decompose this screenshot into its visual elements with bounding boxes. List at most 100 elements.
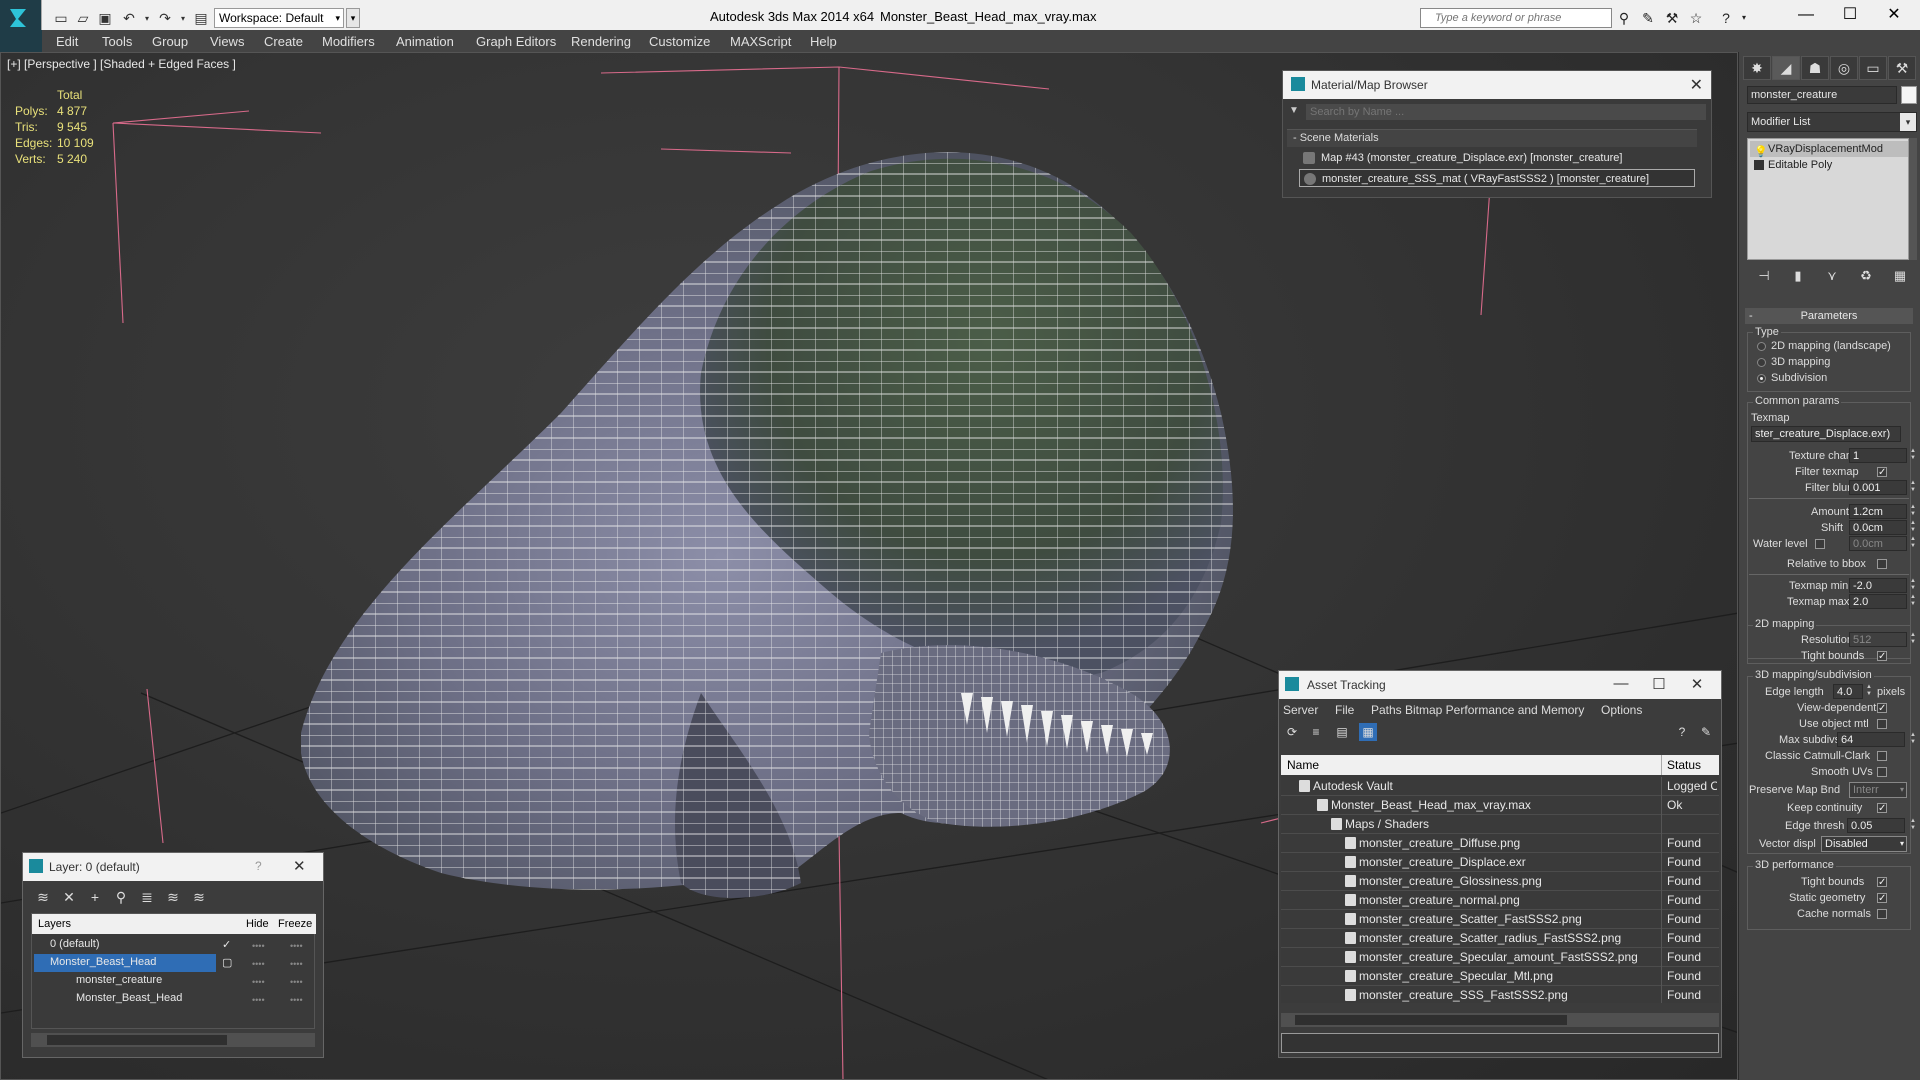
menu-tools[interactable]: Tools [102,34,132,49]
favorites-star-icon[interactable]: ☆ [1688,10,1704,26]
app-menu-button[interactable] [0,30,42,52]
layer-row[interactable]: Monster_Beast_Head ▢ •••• •••• [32,954,316,972]
asset-row[interactable]: monster_creature_SSS_FastSSS2.png Found [1281,986,1719,1003]
highlight-layer-icon[interactable]: ≣ [137,887,157,907]
menu-customize[interactable]: Customize [649,34,710,49]
radio-3d-mapping[interactable] [1757,358,1766,367]
keep-continuity-checkbox[interactable]: ✓ [1877,803,1887,814]
menu-edit[interactable]: Edit [56,34,78,49]
freeze-toggle[interactable]: •••• [290,977,303,987]
filter-texmap-checkbox[interactable]: ✓ [1877,467,1887,478]
refresh-icon[interactable]: ⟳ [1283,723,1301,741]
asset-path-field[interactable] [1281,1033,1719,1053]
use-object-mtl-checkbox[interactable] [1877,719,1887,729]
cache-normals-checkbox[interactable] [1877,909,1887,919]
freeze-toggle[interactable]: •••• [290,941,303,951]
menu-animation[interactable]: Animation [396,34,454,49]
settings-icon[interactable]: ✎ [1697,723,1715,741]
asset-row[interactable]: monster_creature_Displace.exr Found [1281,853,1719,872]
help-button[interactable]: ? [255,859,262,873]
open-file-icon[interactable]: ▱ [74,9,92,27]
classic-catmull-checkbox[interactable] [1877,751,1887,761]
list-view-icon[interactable]: ≡ [1307,723,1325,741]
quick-access-dropdown[interactable]: ▾ [346,8,360,28]
lightbulb-icon[interactable]: 💡 [1754,144,1768,158]
new-file-icon[interactable]: ▭ [52,9,70,27]
asset-row[interactable]: monster_creature_Glossiness.png Found [1281,872,1719,891]
tight-bounds-checkbox[interactable]: ✓ [1877,651,1887,662]
spinner-arrows-icon[interactable]: ▲ ▼ [1865,684,1873,699]
parameters-rollout[interactable]: - Parameters [1745,308,1913,324]
spinner-arrows-icon[interactable]: ▲ ▼ [1909,536,1917,551]
freeze-toggle[interactable]: •••• [290,959,303,969]
layer-row[interactable]: Monster_Beast_Head •••• •••• [32,990,316,1008]
workspace-selector[interactable]: Workspace: Default ▾ [214,8,344,28]
subscription-icon[interactable]: ✎ [1640,10,1656,26]
spinner-arrows-icon[interactable]: ▲ ▼ [1909,732,1917,747]
scene-materials-section[interactable]: - Scene Materials [1287,129,1697,147]
add-to-layer-icon[interactable]: + [85,887,105,907]
redo-dropdown-icon[interactable]: ▾ [174,9,192,27]
modify-tab-icon[interactable]: ◢ [1772,56,1800,80]
material-item[interactable]: Map #43 (monster_creature_Displace.exr) … [1299,149,1695,167]
menu-create[interactable]: Create [264,34,303,49]
water-level-spinner[interactable] [1849,536,1907,551]
configure-sets-icon[interactable]: ▦ [1890,266,1910,286]
freeze-toggle[interactable]: •••• [290,995,303,1005]
relative-bbox-checkbox[interactable] [1877,559,1887,569]
asset-tracking-header[interactable]: Asset Tracking — ☐ ✕ [1279,671,1721,699]
project-folder-icon[interactable]: ▤ [192,9,210,27]
filter-blur-spinner[interactable] [1849,480,1907,495]
object-name-field[interactable] [1747,86,1897,104]
asset-row[interactable]: monster_creature_Specular_Mtl.png Found [1281,967,1719,986]
asset-menu-file[interactable]: File [1335,703,1354,717]
search-by-name-input[interactable] [1305,103,1707,121]
remove-modifier-icon[interactable]: ♻ [1856,266,1876,286]
stack-item-vray-displacement[interactable]: 💡 VRayDisplacementMod [1750,141,1908,158]
pin-stack-icon[interactable]: ⊣ [1754,266,1774,286]
close-icon[interactable]: ✕ [1690,75,1703,95]
modifier-list-dropdown[interactable]: Modifier List ▾ [1747,112,1917,132]
spinner-arrows-icon[interactable]: ▲ ▼ [1909,504,1917,519]
col-hide-header[interactable]: Hide [246,918,269,930]
hierarchy-tab-icon[interactable]: ☗ [1801,56,1829,80]
texmap-min-spinner[interactable] [1849,578,1907,593]
scrollbar-thumb[interactable] [1295,1015,1567,1025]
hide-toggle[interactable]: •••• [252,941,265,951]
spinner-arrows-icon[interactable]: ▲ ▼ [1909,594,1917,609]
layer-dialog-header[interactable]: Layer: 0 (default) ? ✕ [23,853,323,881]
viewport-label[interactable]: [+] [Perspective ] [Shaded + Edged Faces… [7,57,236,71]
asset-row[interactable]: monster_creature_Diffuse.png Found [1281,834,1719,853]
asset-menu-options[interactable]: Options [1601,703,1642,717]
menu-modifiers[interactable]: Modifiers [322,34,375,49]
radio-2d-mapping[interactable] [1757,342,1766,351]
max-subdivs-spinner[interactable] [1837,732,1905,747]
edge-length-spinner[interactable] [1833,684,1863,699]
maximize-button[interactable]: ☐ [1830,4,1870,26]
binoculars-icon[interactable]: ⚲ [1616,10,1632,26]
tight-bounds-perf-checkbox[interactable]: ✓ [1877,877,1887,888]
undo-icon[interactable]: ↶ [120,9,138,27]
detail-view-icon[interactable]: ▤ [1333,723,1351,741]
stack-scrollbar[interactable] [1909,138,1917,260]
new-layer-icon[interactable]: ≋ [33,887,53,907]
spinner-arrows-icon[interactable]: ▲ ▼ [1909,578,1917,593]
save-icon[interactable]: ▣ [96,9,114,27]
col-name-header[interactable]: Name [1287,758,1319,772]
spinner-arrows-icon[interactable]: ▲ ▼ [1909,520,1917,535]
asset-row[interactable]: monster_creature_Scatter_radius_FastSSS2… [1281,929,1719,948]
col-layers-header[interactable]: Layers [38,918,71,930]
active-layer-check-icon[interactable]: ✓ [222,938,231,951]
select-objects-icon[interactable]: ⚲ [111,887,131,907]
expand-icon[interactable] [1754,160,1764,170]
texmap-max-spinner[interactable] [1849,594,1907,609]
hide-all-icon[interactable]: ≋ [163,887,183,907]
radio-subdivision[interactable] [1757,374,1766,383]
redo-icon[interactable]: ↷ [156,9,174,27]
help-dropdown-icon[interactable]: ▾ [1736,10,1752,26]
asset-row[interactable]: monster_creature_Specular_amount_FastSSS… [1281,948,1719,967]
layer-horizontal-scrollbar[interactable] [31,1033,315,1047]
help-icon[interactable]: ? [1718,10,1734,26]
smooth-uvs-checkbox[interactable] [1877,767,1887,777]
layer-row[interactable]: monster_creature •••• •••• [32,972,316,990]
